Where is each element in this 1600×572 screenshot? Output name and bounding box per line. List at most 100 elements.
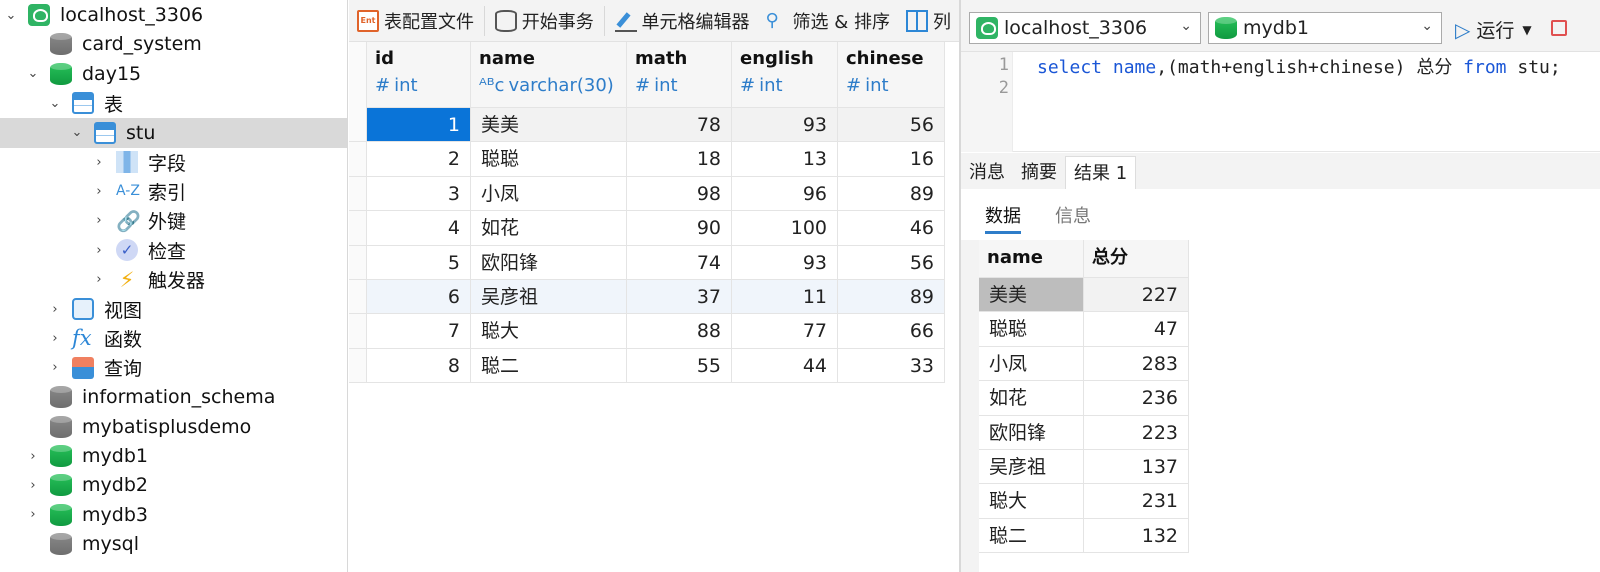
sql-editor[interactable]: 1 2 select name,(math+english+chinese) 总… (961, 52, 1600, 152)
grid-cell[interactable]: 聪聪 (471, 142, 627, 177)
column-header[interactable]: english # int (732, 42, 838, 108)
tab-messages[interactable]: 消息 (961, 156, 1013, 189)
connection-select[interactable]: localhost_3306 ⌄ (969, 12, 1201, 44)
column-header[interactable]: math # int (627, 42, 732, 108)
grid-cell[interactable]: 56 (838, 245, 945, 280)
grid-cell[interactable]: 66 (838, 314, 945, 349)
subtab-info[interactable]: 信息 (1055, 202, 1091, 228)
grid-cell[interactable]: 33 (838, 348, 945, 384)
chevron-down-icon[interactable]: ⌄ (70, 125, 84, 140)
chevron-right-icon[interactable]: › (48, 360, 62, 375)
tree-node[interactable]: › 字段 (0, 147, 347, 177)
grid-cell[interactable]: 89 (838, 280, 945, 315)
result-cell[interactable]: 231 (1084, 484, 1189, 519)
grid-cell[interactable]: 44 (732, 348, 838, 384)
result-cell[interactable]: 283 (1084, 346, 1189, 382)
grid-cell[interactable]: 6 (367, 280, 471, 315)
result-column-header[interactable]: 总分 (1084, 240, 1189, 278)
chevron-right-icon[interactable]: › (92, 155, 106, 170)
tree-node[interactable]: › ⚡ 触发器 (0, 265, 347, 295)
grid-cell[interactable]: 100 (732, 211, 838, 246)
grid-cell[interactable]: 93 (732, 245, 838, 280)
tree-node[interactable]: › mydb2 (0, 470, 347, 500)
result-cell[interactable]: 如花 (979, 381, 1084, 416)
row-marker[interactable] (349, 314, 367, 349)
tree-node[interactable]: › fx 函数 (0, 323, 347, 353)
grid-cell[interactable]: 74 (627, 245, 732, 280)
chevron-down-icon[interactable]: ⌄ (26, 66, 40, 81)
grid-cell[interactable]: 2 (367, 142, 471, 177)
grid-cell[interactable]: 98 (627, 176, 732, 212)
grid-cell[interactable]: 88 (627, 314, 732, 349)
grid-cell[interactable]: 90 (627, 211, 732, 246)
filter-sort-button[interactable]: ⚲ 筛选 & 排序 (758, 0, 898, 42)
tree-node[interactable]: ⌄ localhost_3306 (0, 0, 347, 30)
grid-cell[interactable]: 聪二 (471, 348, 627, 384)
grid-cell[interactable]: 欧阳锋 (471, 245, 627, 280)
table-config-button[interactable]: Ent 表配置文件 (349, 0, 482, 42)
stop-icon[interactable] (1551, 20, 1567, 36)
tree-node[interactable]: › mydb3 (0, 500, 347, 530)
begin-transaction-button[interactable]: 开始事务 (487, 0, 602, 42)
tree-node[interactable]: ›card_system (0, 29, 347, 59)
result-cell[interactable]: 223 (1084, 415, 1189, 450)
grid-cell[interactable]: 聪大 (471, 314, 627, 349)
tree-node[interactable]: ›information_schema (0, 382, 347, 412)
subtab-data[interactable]: 数据 (985, 202, 1021, 234)
result-cell[interactable]: 美美 (979, 278, 1084, 313)
chevron-right-icon[interactable]: › (26, 478, 40, 493)
tree-node[interactable]: ⌄ day15 (0, 59, 347, 89)
tree-node[interactable]: › 视图 (0, 294, 347, 324)
grid-cell[interactable]: 93 (732, 108, 838, 143)
grid-cell[interactable]: 吴彦祖 (471, 280, 627, 315)
chevron-right-icon[interactable]: › (26, 507, 40, 522)
caret-down-icon[interactable]: ▼ (1522, 23, 1531, 37)
row-marker[interactable] (349, 176, 367, 212)
tree-node[interactable]: › 查询 (0, 353, 347, 383)
tree-node[interactable]: ⌄ 表 (0, 88, 347, 118)
grid-cell[interactable]: 4 (367, 211, 471, 246)
column-header[interactable]: name ᴬᴮc varchar(30) (471, 42, 627, 108)
grid-cell[interactable]: 77 (732, 314, 838, 349)
tab-summary[interactable]: 摘要 (1013, 156, 1065, 189)
grid-cell[interactable]: 18 (627, 142, 732, 177)
chevron-right-icon[interactable]: › (92, 272, 106, 287)
chevron-right-icon[interactable]: › (48, 302, 62, 317)
result-cell[interactable]: 227 (1084, 278, 1189, 313)
chevron-right-icon[interactable]: › (26, 449, 40, 464)
run-button[interactable]: ▷ 运行 ▼ (1455, 16, 1532, 43)
result-cell[interactable]: 132 (1084, 518, 1189, 554)
grid-cell[interactable]: 46 (838, 211, 945, 246)
chevron-down-icon[interactable]: ⌄ (4, 8, 18, 23)
column-header[interactable]: id # int (367, 42, 471, 108)
grid-cell[interactable]: 3 (367, 176, 471, 212)
tree-node[interactable]: › A-Z 索引 (0, 176, 347, 206)
grid-cell[interactable]: 小凤 (471, 176, 627, 212)
tab-result-1[interactable]: 结果 1 (1065, 156, 1137, 189)
tree-node[interactable]: › 🔗 外键 (0, 206, 347, 236)
row-marker[interactable] (349, 108, 367, 143)
grid-cell[interactable]: 89 (838, 176, 945, 212)
column-header[interactable]: chinese # int (838, 42, 945, 108)
result-cell[interactable]: 聪聪 (979, 312, 1084, 347)
result-cell[interactable]: 聪二 (979, 518, 1084, 554)
row-marker[interactable] (349, 280, 367, 315)
chevron-right-icon[interactable]: › (92, 243, 106, 258)
result-cell[interactable]: 236 (1084, 381, 1189, 416)
grid-cell[interactable]: 56 (838, 108, 945, 143)
result-cell[interactable]: 小凤 (979, 346, 1084, 382)
result-cell[interactable]: 吴彦祖 (979, 450, 1084, 485)
row-marker[interactable] (349, 142, 367, 177)
grid-cell[interactable]: 37 (627, 280, 732, 315)
grid-cell[interactable]: 如花 (471, 211, 627, 246)
grid-cell[interactable]: 16 (838, 142, 945, 177)
cell-editor-button[interactable]: 单元格编辑器 (607, 0, 758, 42)
result-cell[interactable]: 137 (1084, 450, 1189, 485)
tree-node[interactable]: ›mysql (0, 529, 347, 559)
grid-cell[interactable]: 7 (367, 314, 471, 349)
grid-cell[interactable]: 96 (732, 176, 838, 212)
result-cell[interactable]: 聪大 (979, 484, 1084, 519)
grid-cell[interactable]: 8 (367, 348, 471, 384)
chevron-right-icon[interactable]: › (48, 331, 62, 346)
tree-node[interactable]: ⌄ stu (0, 117, 347, 148)
